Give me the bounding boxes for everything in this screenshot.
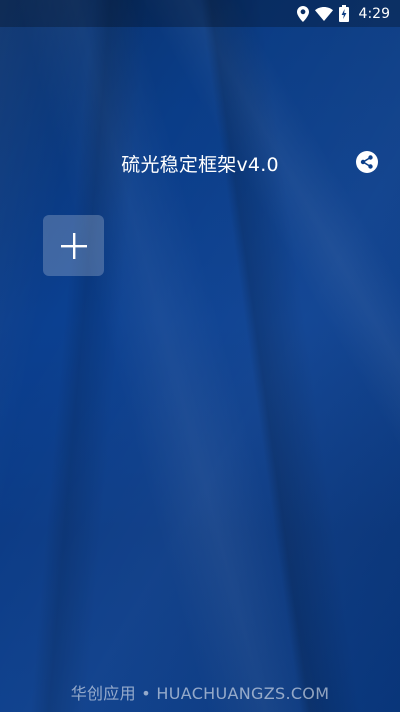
share-button[interactable] (354, 149, 380, 175)
share-icon (356, 151, 378, 173)
watermark-text: 华创应用 • HUACHUANGZS.COM (70, 684, 330, 703)
title-bar: 硫光稳定框架v4.0 (0, 140, 400, 184)
location-icon (296, 5, 309, 22)
page-title: 硫光稳定框架v4.0 (121, 154, 279, 176)
wallpaper-background (0, 0, 400, 712)
add-button[interactable] (43, 215, 104, 276)
clock-time: 4:29 (358, 5, 390, 22)
plus-icon (60, 232, 87, 259)
status-bar: 4:29 (0, 0, 400, 27)
battery-charging-icon (338, 5, 349, 22)
wifi-icon (314, 6, 333, 21)
